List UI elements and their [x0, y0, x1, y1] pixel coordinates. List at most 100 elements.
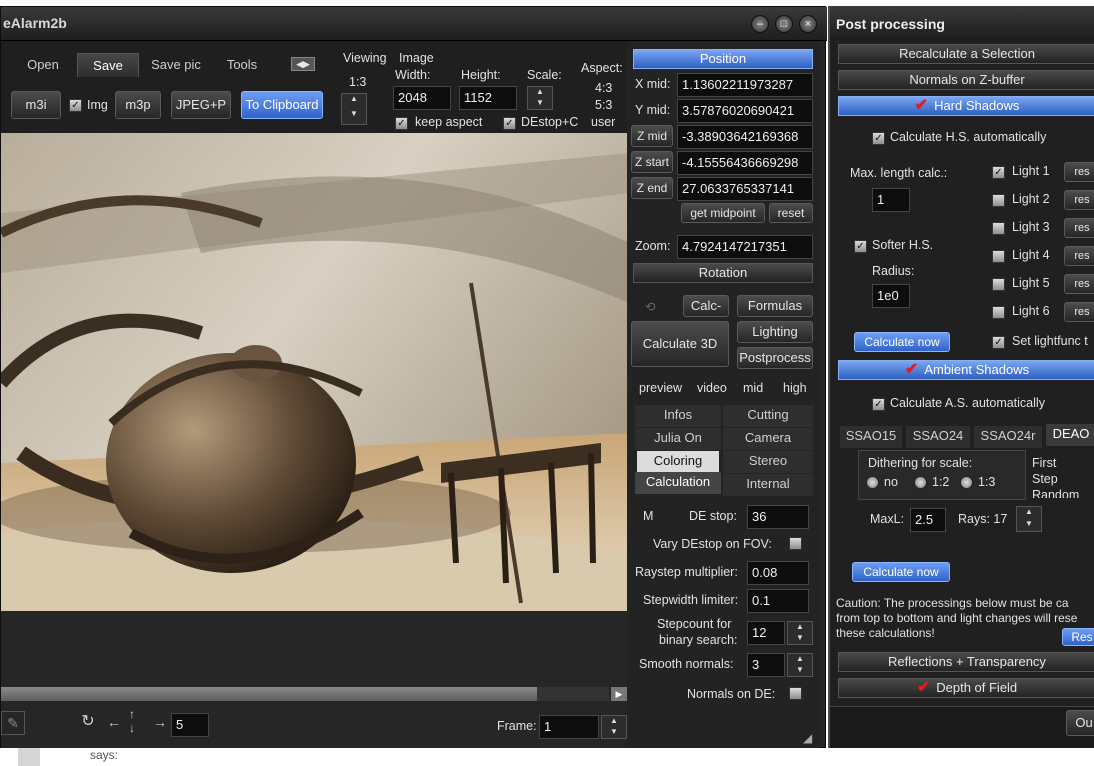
- calculate-now-hs-button[interactable]: Calculate now: [854, 332, 950, 352]
- light-5-checkbox[interactable]: [992, 278, 1005, 291]
- calc-minus-button[interactable]: Calc-: [683, 295, 729, 317]
- light-5-reset-button[interactable]: res: [1064, 274, 1094, 294]
- dither-1-3-radio[interactable]: [960, 476, 973, 489]
- radius-field[interactable]: 1e0: [872, 284, 910, 308]
- high-option[interactable]: high: [783, 381, 807, 395]
- rotation-header[interactable]: Rotation: [633, 263, 813, 283]
- tab-deao[interactable]: DEAO: [1046, 424, 1094, 446]
- horizontal-scrollbar-track[interactable]: [537, 687, 609, 701]
- calc-hs-auto-checkbox[interactable]: ✓: [872, 132, 885, 145]
- vary-destop-checkbox[interactable]: [789, 537, 802, 550]
- rotate-icon[interactable]: ↻: [79, 711, 97, 735]
- tab-open[interactable]: Open: [15, 53, 71, 77]
- raystep-field[interactable]: 0.08: [747, 561, 809, 585]
- tab-stereo[interactable]: Stereo: [723, 451, 813, 473]
- maximize-button[interactable]: □: [775, 15, 793, 33]
- destop-field[interactable]: 36: [747, 505, 809, 529]
- ambient-shadows-header[interactable]: ✔ Ambient Shadows: [838, 360, 1094, 380]
- normals-zbuffer-button[interactable]: Normals on Z-buffer: [838, 70, 1094, 90]
- edit-icon[interactable]: ✎: [1, 711, 25, 735]
- frame-field[interactable]: 1: [539, 715, 599, 739]
- tab-calculation[interactable]: Calculation: [635, 472, 721, 494]
- reflections-transparency-button[interactable]: Reflections + Transparency: [838, 652, 1094, 672]
- move-left-icon[interactable]: ←: [105, 711, 123, 735]
- calculate-now-as-button[interactable]: Calculate now: [852, 562, 950, 582]
- keep-aspect-checkbox[interactable]: ✓: [395, 117, 408, 130]
- height-field[interactable]: 1152: [459, 86, 517, 110]
- m3p-button[interactable]: m3p: [115, 91, 161, 119]
- light-6-reset-button[interactable]: res: [1064, 302, 1094, 322]
- tab-internal[interactable]: Internal: [723, 474, 813, 496]
- light-1-reset-button[interactable]: res: [1064, 162, 1094, 182]
- close-button[interactable]: ×: [799, 15, 817, 33]
- viewing-spinner[interactable]: ▲ ▼: [341, 93, 367, 125]
- calculate-3d-button[interactable]: Calculate 3D: [631, 321, 729, 367]
- move-vertical-icon[interactable]: ↑ ↓: [125, 707, 139, 737]
- softer-hs-checkbox[interactable]: ✓: [854, 240, 867, 253]
- rays-spinner[interactable]: ▲ ▼: [1016, 506, 1042, 532]
- reset-position-button[interactable]: reset: [769, 203, 813, 223]
- to-clipboard-button[interactable]: To Clipboard: [241, 91, 323, 119]
- zoom-field[interactable]: 4.7924147217351: [677, 235, 813, 259]
- light-4-reset-button[interactable]: res: [1064, 246, 1094, 266]
- calc-as-auto-checkbox[interactable]: ✓: [872, 398, 885, 411]
- maxl-field[interactable]: 2.5: [910, 508, 946, 532]
- tab-scroll-arrows[interactable]: ◀▶: [291, 57, 315, 71]
- render-viewport[interactable]: [1, 133, 629, 611]
- light-2-reset-button[interactable]: res: [1064, 190, 1094, 210]
- postprocess-button[interactable]: Postprocess: [737, 347, 813, 369]
- zend-field[interactable]: 27.0633765337141: [677, 177, 813, 201]
- scale-spinner[interactable]: ▲ ▼: [527, 86, 553, 110]
- tab-ssao15[interactable]: SSAO15: [840, 426, 902, 448]
- get-midpoint-button[interactable]: get midpoint: [681, 203, 765, 223]
- zstart-button[interactable]: Z start: [631, 151, 673, 173]
- destop-checkbox[interactable]: ✓: [503, 117, 516, 130]
- tab-tools[interactable]: Tools: [215, 53, 269, 77]
- dither-no-radio[interactable]: [866, 476, 879, 489]
- tab-save-pic[interactable]: Save pic: [143, 53, 209, 77]
- smooth-normals-field[interactable]: 3: [747, 653, 785, 677]
- light-4-checkbox[interactable]: [992, 250, 1005, 263]
- zend-button[interactable]: Z end: [631, 177, 673, 199]
- video-option[interactable]: video: [697, 381, 727, 395]
- light-3-checkbox[interactable]: [992, 222, 1005, 235]
- img-checkbox[interactable]: ✓: [69, 99, 82, 112]
- minimize-button[interactable]: –: [751, 15, 769, 33]
- stepcount-field[interactable]: 12: [747, 621, 785, 645]
- scroll-right-arrow-icon[interactable]: ▶: [611, 687, 627, 701]
- tab-coloring[interactable]: Coloring: [637, 451, 719, 473]
- normals-on-de-checkbox[interactable]: [789, 687, 802, 700]
- position-header[interactable]: Position: [633, 49, 813, 69]
- light-2-checkbox[interactable]: [992, 194, 1005, 207]
- reset-calculations-button[interactable]: Res: [1062, 628, 1094, 646]
- jpeg-button[interactable]: JPEG+P: [171, 91, 231, 119]
- smooth-normals-spinner[interactable]: ▲ ▼: [787, 653, 813, 677]
- xmid-field[interactable]: 1.13602211973287: [677, 73, 813, 97]
- light-6-checkbox[interactable]: [992, 306, 1005, 319]
- width-field[interactable]: 2048: [393, 86, 451, 110]
- zmid-field[interactable]: -3.38903642169368: [677, 125, 813, 149]
- tab-ssao24r[interactable]: SSAO24r: [974, 426, 1042, 448]
- zmid-button[interactable]: Z mid: [631, 125, 673, 147]
- tab-camera[interactable]: Camera: [723, 428, 813, 450]
- stepwidth-field[interactable]: 0.1: [747, 589, 809, 613]
- dither-1-2-radio[interactable]: [914, 476, 927, 489]
- tab-infos[interactable]: Infos: [635, 405, 721, 427]
- tab-save[interactable]: Save: [77, 53, 139, 77]
- ymid-field[interactable]: 3.57876020690421: [677, 99, 813, 123]
- resize-grip-icon[interactable]: ◢: [803, 731, 817, 745]
- light-3-reset-button[interactable]: res: [1064, 218, 1094, 238]
- output-button[interactable]: Ou: [1066, 710, 1094, 736]
- tab-cutting[interactable]: Cutting: [723, 405, 813, 427]
- undo-arrow-icon[interactable]: ⟲: [645, 299, 655, 314]
- step-field[interactable]: 5: [171, 713, 209, 737]
- max-length-field[interactable]: 1: [872, 188, 910, 212]
- zstart-field[interactable]: -4.15556436669298: [677, 151, 813, 175]
- tab-julia-on[interactable]: Julia On: [635, 428, 721, 450]
- horizontal-scrollbar-thumb[interactable]: [1, 687, 537, 701]
- frame-spinner[interactable]: ▲ ▼: [601, 715, 627, 739]
- aspect-user[interactable]: user: [591, 115, 615, 129]
- tab-ssao24[interactable]: SSAO24: [906, 426, 970, 448]
- mid-option[interactable]: mid: [743, 381, 763, 395]
- aspect-5-3[interactable]: 5:3: [595, 98, 612, 112]
